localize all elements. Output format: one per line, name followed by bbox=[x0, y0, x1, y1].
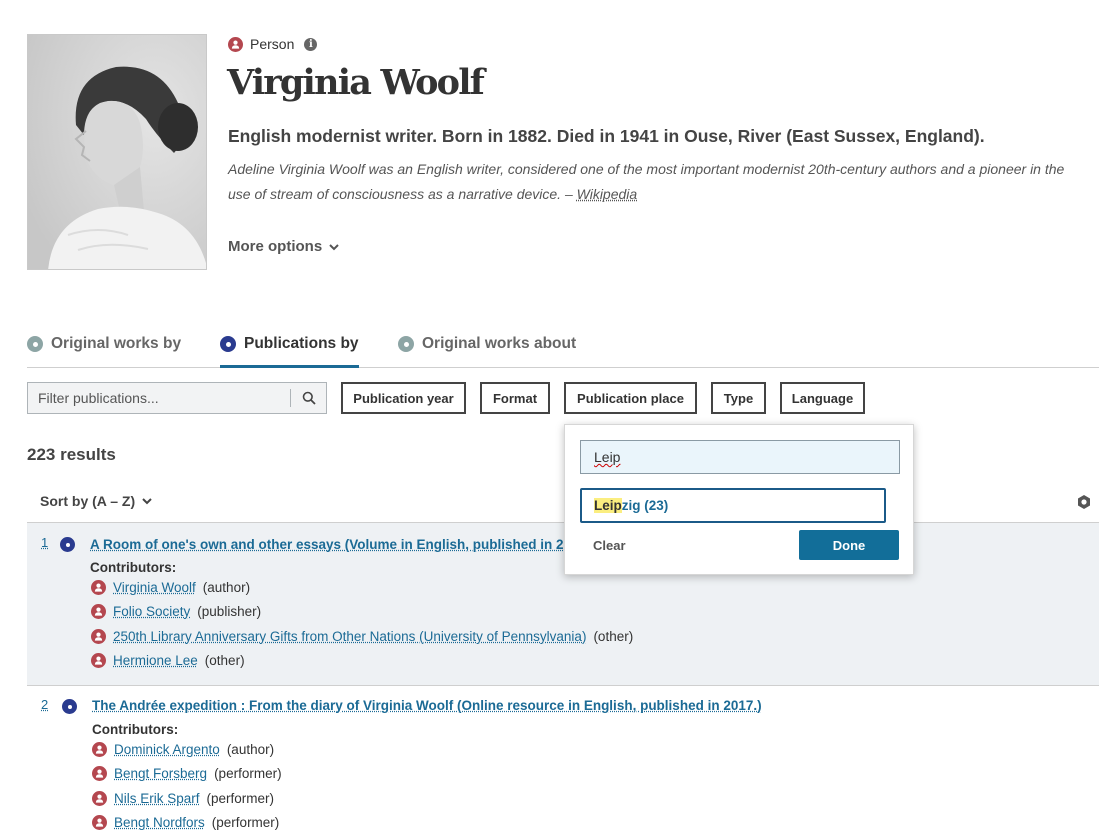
tab-publications-by[interactable]: Publications by bbox=[220, 330, 359, 368]
result-item: 2 The Andrée expedition : From the diary… bbox=[27, 685, 1099, 837]
facet-format[interactable]: Format bbox=[480, 382, 550, 414]
tab-bar: Original works by Publications by Origin… bbox=[27, 330, 1099, 368]
more-options-label: More options bbox=[228, 238, 323, 255]
work-icon bbox=[398, 336, 414, 352]
page-title: Virginia Woolf bbox=[227, 62, 485, 103]
contributors-label: Contributors: bbox=[92, 722, 179, 737]
contributor-link[interactable]: Virginia Woolf bbox=[113, 580, 196, 595]
portrait-image bbox=[27, 34, 207, 270]
result-title-link[interactable]: A Room of one's own and other essays (Vo… bbox=[90, 537, 579, 552]
contributor-row: Bengt Nordfors (performer) bbox=[92, 815, 279, 830]
place-input-value: Leip bbox=[594, 449, 621, 465]
contributor-row: Hermione Lee (other) bbox=[91, 653, 245, 668]
contributor-row: Bengt Forsberg (performer) bbox=[92, 766, 282, 781]
person-icon bbox=[92, 742, 107, 757]
facet-publication-place[interactable]: Publication place bbox=[564, 382, 697, 414]
contributor-role: (performer) bbox=[214, 766, 282, 781]
contributor-link[interactable]: Bengt Forsberg bbox=[114, 766, 207, 781]
contributor-role: (performer) bbox=[211, 815, 280, 830]
contributor-link[interactable]: 250th Library Anniversary Gifts from Oth… bbox=[113, 629, 586, 644]
place-suggestion[interactable]: Leip zig (23) bbox=[580, 488, 886, 523]
result-title-link[interactable]: The Andrée expedition : From the diary o… bbox=[92, 698, 762, 713]
publication-place-popup: Leip Leip zig (23) Clear Done bbox=[564, 424, 914, 575]
contributor-row: Virginia Woolf (author) bbox=[91, 580, 250, 595]
chevron-down-icon bbox=[329, 243, 339, 250]
person-icon bbox=[92, 791, 107, 806]
sort-dropdown[interactable]: Sort by (A – Z) bbox=[40, 493, 153, 509]
contributor-link[interactable]: Hermione Lee bbox=[113, 653, 198, 668]
work-icon bbox=[27, 336, 43, 352]
entity-description: Adeline Virginia Woolf was an English wr… bbox=[228, 157, 1088, 207]
settings-icon[interactable] bbox=[1076, 494, 1092, 510]
chevron-down-icon bbox=[142, 498, 152, 505]
search-icon bbox=[302, 391, 316, 405]
contributor-role: (performer) bbox=[206, 791, 275, 806]
person-icon bbox=[91, 653, 106, 668]
result-number[interactable]: 1 bbox=[41, 535, 48, 550]
place-search-input[interactable]: Leip bbox=[580, 440, 900, 474]
facet-language[interactable]: Language bbox=[780, 382, 865, 414]
result-number[interactable]: 2 bbox=[41, 697, 48, 712]
filter-input[interactable] bbox=[28, 383, 290, 413]
sort-label: Sort by (A – Z) bbox=[40, 493, 136, 509]
result-list: 1 A Room of one's own and other essays (… bbox=[27, 522, 1099, 837]
contributor-row: Dominick Argento (author) bbox=[92, 742, 274, 757]
publication-icon bbox=[60, 537, 75, 552]
results-count: 223 results bbox=[27, 445, 116, 464]
suggestion-match: Leip bbox=[594, 498, 622, 513]
person-icon bbox=[91, 629, 106, 644]
publication-icon bbox=[62, 699, 77, 714]
tab-original-works-by[interactable]: Original works by bbox=[27, 330, 181, 368]
contributor-role: (other) bbox=[593, 629, 634, 644]
filter-publications bbox=[27, 382, 327, 414]
person-icon bbox=[92, 815, 107, 830]
wikipedia-link[interactable]: Wikipedia bbox=[577, 186, 638, 202]
contributors-label: Contributors: bbox=[90, 560, 177, 575]
tab-label: Original works about bbox=[422, 335, 577, 352]
person-icon bbox=[91, 604, 106, 619]
search-button[interactable] bbox=[290, 389, 326, 407]
entity-type-label: Person bbox=[250, 36, 295, 52]
contributor-role: (publisher) bbox=[197, 604, 262, 619]
contributor-row: Folio Society (publisher) bbox=[91, 604, 261, 619]
person-icon bbox=[228, 36, 243, 52]
person-icon bbox=[92, 766, 107, 781]
info-icon[interactable]: i bbox=[304, 37, 318, 51]
contributor-role: (other) bbox=[204, 653, 245, 668]
entity-type: Person i bbox=[228, 36, 318, 52]
contributor-link[interactable]: Dominick Argento bbox=[114, 742, 220, 757]
tab-label: Publications by bbox=[244, 335, 359, 352]
description-text: Adeline Virginia Woolf was an English wr… bbox=[228, 161, 1065, 202]
tab-original-works-about[interactable]: Original works about bbox=[398, 330, 576, 368]
clear-button[interactable]: Clear bbox=[593, 538, 626, 553]
tab-label: Original works by bbox=[51, 335, 182, 352]
facet-type[interactable]: Type bbox=[711, 382, 766, 414]
entity-summary: English modernist writer. Born in 1882. … bbox=[228, 126, 985, 146]
contributor-link[interactable]: Nils Erik Sparf bbox=[114, 791, 200, 806]
facet-publication-year[interactable]: Publication year bbox=[341, 382, 466, 414]
suggestion-rest: zig (23) bbox=[621, 498, 669, 513]
person-icon bbox=[91, 580, 106, 595]
more-options-button[interactable]: More options bbox=[228, 238, 340, 255]
contributor-role: (author) bbox=[226, 742, 275, 757]
result-item: 1 A Room of one's own and other essays (… bbox=[27, 522, 1099, 685]
contributor-role: (author) bbox=[202, 580, 251, 595]
contributor-link[interactable]: Folio Society bbox=[113, 604, 190, 619]
done-button[interactable]: Done bbox=[799, 530, 899, 560]
publication-icon bbox=[220, 336, 236, 352]
contributor-row: Nils Erik Sparf (performer) bbox=[92, 791, 274, 806]
contributor-link[interactable]: Bengt Nordfors bbox=[114, 815, 205, 830]
contributor-row: 250th Library Anniversary Gifts from Oth… bbox=[91, 629, 633, 644]
